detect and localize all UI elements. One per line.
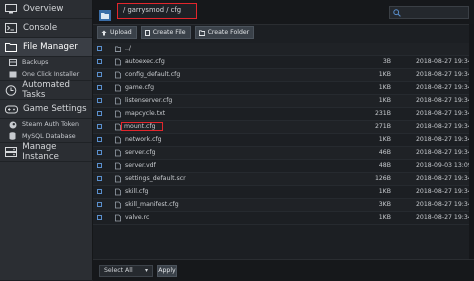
sidebar-item-label: Game Settings — [23, 104, 87, 114]
sidebar-item-automated-tasks[interactable]: Automated Tasks — [0, 80, 92, 100]
scrollbar[interactable] — [469, 24, 474, 259]
table-row[interactable]: game.cfg 1KB 2018-08-27 19:34 — [93, 82, 474, 95]
sidebar-subitem-label: Backups — [22, 59, 49, 66]
sidebar-item-label: Manage Instance — [22, 142, 59, 162]
sidebar-item-manage-instance[interactable]: Manage Instance — [0, 142, 92, 162]
file-size: 3KB — [378, 201, 391, 208]
create-file-button[interactable]: Create File — [140, 26, 191, 39]
upload-label: Upload — [110, 29, 132, 36]
create-folder-label: Create Folder — [207, 29, 250, 36]
steam-icon — [9, 121, 18, 129]
row-checkbox[interactable] — [97, 46, 102, 51]
table-row[interactable]: mount.cfg 271B 2018-08-27 19:34 — [93, 121, 474, 134]
server-icon — [4, 146, 17, 158]
file-size: 231B — [374, 110, 391, 117]
file-modified-date: 2018-08-27 19:34 — [416, 201, 472, 208]
toolbar: Upload Create File Create Folder — [97, 26, 255, 39]
sidebar-item-label: File Manager — [23, 42, 78, 52]
sidebar-item-game-settings[interactable]: Game Settings — [0, 100, 92, 119]
file-modified-date: 2018-08-27 19:34 — [416, 58, 472, 65]
folder-icon — [4, 41, 18, 53]
create-file-label: Create File — [152, 29, 186, 36]
file-modified-date: 2018-08-27 19:34 — [416, 71, 472, 78]
file-modified-date: 2018-08-27 19:34 — [416, 214, 472, 221]
console-icon — [4, 22, 18, 34]
file-size: 46B — [378, 149, 391, 156]
file-modified-date: 2018-08-27 19:34 — [416, 97, 472, 104]
file-modified-date: 2018-09-03 13:09 — [416, 162, 472, 169]
table-row[interactable]: autoexec.cfg 3B 2018-08-27 19:34 — [93, 56, 474, 69]
sidebar-item-file-manager[interactable]: File Manager — [0, 38, 92, 57]
create-folder-button[interactable]: Create Folder — [194, 26, 255, 39]
file-size: 1KB — [378, 84, 391, 91]
apply-button[interactable]: Apply — [157, 265, 177, 277]
file-list: ../autoexec.cfg 3B 2018-08-27 19:34 config_… — [93, 43, 474, 225]
upload-button[interactable]: Upload — [97, 26, 137, 39]
installer-icon — [9, 70, 18, 78]
file-size: 1KB — [378, 188, 391, 195]
table-row[interactable]: config_default.cfg 1KB 2018-08-27 19:34 — [93, 69, 474, 82]
gamepad-icon — [4, 103, 18, 115]
backup-icon — [9, 59, 18, 67]
folder-icon — [115, 46, 121, 52]
sidebar-item-label: Overview — [23, 4, 64, 14]
search-icon — [393, 9, 401, 17]
file-size: 3B — [382, 58, 391, 65]
table-row[interactable]: settings_default.scr 126B 2018-08-27 19:34 — [93, 173, 474, 186]
table-row[interactable]: skill.cfg 1KB 2018-08-27 19:34 — [93, 186, 474, 199]
file-modified-date: 2018-08-27 19:34 — [416, 123, 472, 130]
file-size: 271B — [374, 123, 391, 130]
table-row[interactable]: server.vdf 48B 2018-09-03 13:09 — [93, 160, 474, 173]
clock-icon — [4, 84, 17, 96]
table-row[interactable]: server.cfg 46B 2018-08-27 19:34 — [93, 147, 474, 160]
sidebar-item-label: Console — [23, 23, 58, 33]
table-row[interactable]: skill_manifest.cfg 3KB 2018-08-27 19:34 — [93, 199, 474, 212]
file-size: 1KB — [378, 71, 391, 78]
file-name[interactable]: ../ — [125, 45, 131, 52]
file-icon — [144, 29, 150, 36]
file-modified-date: 2018-08-27 19:34 — [416, 110, 472, 117]
file-modified-date: 2018-08-27 19:34 — [416, 136, 472, 143]
bulk-action-bar: Select All ▾ Apply — [93, 259, 474, 281]
sidebar-subitem-label: MySQL Database — [22, 132, 76, 140]
file-size: 126B — [374, 175, 391, 182]
sidebar-item-overview[interactable]: Overview — [0, 0, 92, 19]
table-row[interactable]: listenserver.cfg 1KB 2018-08-27 19:34 — [93, 95, 474, 108]
sidebar-item-console[interactable]: Console — [0, 19, 92, 38]
folder-icon — [99, 6, 111, 21]
breadcrumb[interactable]: / garrysmod / cfg — [117, 3, 197, 19]
table-row[interactable]: ../ — [93, 43, 474, 56]
file-modified-date: 2018-08-27 19:34 — [416, 175, 472, 182]
file-modified-date: 2018-08-27 19:34 — [416, 84, 472, 91]
file-size: 1KB — [378, 136, 391, 143]
file-size: 1KB — [378, 214, 391, 221]
bulk-action-value: Select All — [104, 267, 133, 274]
bulk-action-select[interactable]: Select All ▾ — [99, 265, 153, 277]
sidebar-subitem-backups[interactable]: Backups — [0, 57, 92, 68]
sidebar: Overview Console File Manager Backups On… — [0, 0, 93, 280]
file-size: 1KB — [378, 97, 391, 104]
sidebar-subitem-label: Steam Auth Token — [22, 121, 80, 128]
table-row[interactable]: valve.rc 1KB 2018-08-27 19:34 — [93, 212, 474, 225]
table-row[interactable]: mapcycle.txt 231B 2018-08-27 19:34 — [93, 108, 474, 121]
search-input[interactable] — [389, 6, 469, 19]
upload-icon — [101, 30, 107, 36]
table-row[interactable]: network.cfg 1KB 2018-08-27 19:34 — [93, 134, 474, 147]
sidebar-subitem-steam-auth-token[interactable]: Steam Auth Token — [0, 119, 92, 130]
file-modified-date: 2018-08-27 19:34 — [416, 149, 472, 156]
folder-icon — [198, 29, 205, 36]
sidebar-subitem-label: One Click Installer — [22, 70, 80, 78]
database-icon — [9, 132, 18, 140]
chevron-down-icon: ▾ — [144, 267, 148, 274]
file-modified-date: 2018-08-27 19:34 — [416, 188, 472, 195]
file-size: 48B — [378, 162, 391, 169]
monitor-icon — [4, 3, 18, 15]
file-manager-panel: / garrysmod / cfg Upload Create File Cre… — [93, 0, 474, 281]
sidebar-item-label: Automated Tasks — [22, 80, 70, 100]
path-bar: / garrysmod / cfg — [93, 0, 474, 25]
